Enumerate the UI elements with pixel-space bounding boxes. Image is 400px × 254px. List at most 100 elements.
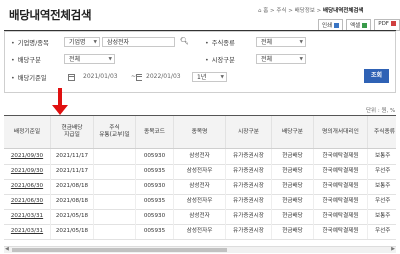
header-transfer-agent: 명의개서대리인 [314,116,368,148]
transfer-agent-cell: 한국예탁결제원 [314,179,368,194]
transfer-agent-cell: 한국예탁결제원 [314,224,368,239]
horizontal-scrollbar[interactable]: ◀ ▶ [4,246,396,253]
breadcrumb-item[interactable]: 주식 [276,8,286,14]
breadcrumb-item[interactable]: 배당정보 [295,8,315,14]
stock-type-cell: 우선주 [368,224,396,239]
market-type-cell: 유가증권시장 [226,209,272,224]
base-date-link[interactable]: 2021/09/30 [4,149,51,164]
table-row: 2021/06/30 2021/08/18 005935 삼성전자우 유가증권시… [4,194,396,210]
home-icon[interactable]: ⌂ [258,8,262,14]
excel-label: 엑셀 [350,23,361,29]
stock-code-cell: 005935 [136,224,174,239]
stock-name-cell: 삼성전자 [174,179,226,194]
payment-date-cell: 2021/11/17 [51,164,94,179]
payment-date-cell: 2021/08/18 [51,194,94,209]
distribution-date-cell [94,194,136,209]
stock-type-cell: 보통주 [368,179,396,194]
base-date-link[interactable]: 2021/03/31 [4,224,51,239]
market-type-cell: 유가증권시장 [226,179,272,194]
dividend-table: 배정기준일 현금배당 지급일 주식 유통(교부)일 종목코드 종목명 시장구분 … [4,115,396,248]
transfer-agent-cell: 한국예탁결제원 [314,164,368,179]
market-type-cell: 유가증권시장 [226,224,272,239]
dividend-type-cell: 현금배당 [272,194,314,209]
dividend-type-label: 배당구분 [11,55,41,64]
company-label: 기업명/종목 [11,38,49,47]
market-type-cell: 유가증권시장 [226,149,272,164]
stock-type-cell: 보통주 [368,149,396,164]
pdf-label: PDF [378,21,389,27]
search-button[interactable]: 조회 [364,69,389,83]
search-icon[interactable]: 🔍︎ [180,37,189,45]
distribution-date-cell [94,224,136,239]
stock-code-cell: 005935 [136,194,174,209]
distribution-date-cell [94,179,136,194]
stock-code-cell: 005930 [136,179,174,194]
payment-date-cell: 2021/05/18 [51,224,94,239]
stock-code-cell: 005930 [136,149,174,164]
base-date-link[interactable]: 2021/06/30 [4,194,51,209]
company-type-select[interactable]: 기업명 [64,37,100,48]
base-date-link[interactable]: 2021/03/31 [4,209,51,224]
dividend-type-cell: 현금배당 [272,179,314,194]
dividend-type-cell: 현금배당 [272,224,314,239]
header-stock-code: 종목코드 [136,116,174,148]
date-to-input[interactable]: 2022/01/03 [142,72,192,82]
header-dividend-type: 배당구분 [272,116,314,148]
scrollbar-thumb[interactable] [12,248,227,252]
unit-label: 단위 : 원, % [366,108,396,114]
print-label: 인쇄 [322,23,333,29]
pdf-icon [390,21,396,26]
header-stock-type: 주식종류 [368,116,396,148]
header-stock-name: 종목명 [174,116,226,148]
distribution-date-cell [94,209,136,224]
stock-name-cell: 삼성전자우 [174,194,226,209]
search-form: 기업명/종목 기업명 삼성전자 🔍︎ 주식종류 전체 배당구분 전체 시장구분 … [4,31,396,93]
stock-type-label: 주식종류 [205,38,235,47]
table-row: 2021/03/31 2021/05/18 005930 삼성전자 유가증권시장… [4,209,396,225]
period-select[interactable]: 1년 [192,72,227,83]
distribution-date-cell [94,149,136,164]
printer-icon [334,23,340,28]
stock-type-cell: 우선주 [368,164,396,179]
scroll-right-arrow-icon[interactable]: ▶ [391,246,395,252]
base-date-link[interactable]: 2021/06/30 [4,179,51,194]
stock-name-cell: 삼성전자우 [174,164,226,179]
transfer-agent-cell: 한국예탁결제원 [314,194,368,209]
dividend-type-cell: 현금배당 [272,164,314,179]
dividend-type-select[interactable]: 전체 [64,54,115,65]
page-title: 배당내역전체검색 [9,8,92,22]
dividend-type-cell: 현금배당 [272,209,314,224]
table-row: 2021/09/30 2021/11/17 005935 삼성전자우 유가증권시… [4,164,396,180]
stock-code-cell: 005930 [136,209,174,224]
base-date-link[interactable]: 2021/09/30 [4,164,51,179]
distribution-date-cell [94,164,136,179]
excel-icon [362,23,368,28]
market-type-label: 시장구분 [205,55,235,64]
stock-type-cell: 우선주 [368,194,396,209]
breadcrumb-item[interactable]: 홈 [263,8,268,14]
header-stock-distribution-date: 주식 유통(교부)일 [94,116,136,148]
table-row: 2021/06/30 2021/08/18 005930 삼성전자 유가증권시장… [4,179,396,195]
calendar-icon[interactable] [68,74,75,81]
header-cash-payment-date: 현금배당 지급일 [51,116,94,148]
header-base-date: 배정기준일 [4,116,51,148]
market-type-cell: 유가증권시장 [226,194,272,209]
stock-type-select[interactable]: 전체 [256,37,306,48]
table-header: 배정기준일 현금배당 지급일 주식 유통(교부)일 종목코드 종목명 시장구분 … [4,116,396,149]
market-type-select[interactable]: 전체 [256,54,306,65]
scroll-left-arrow-icon[interactable]: ◀ [5,246,9,252]
table-row: 2021/09/30 2021/11/17 005930 삼성전자 유가증권시장… [4,149,396,165]
date-from-input[interactable]: 2021/01/03 [79,72,129,82]
stock-name-cell: 삼성전자 [174,149,226,164]
payment-date-cell: 2021/11/17 [51,149,94,164]
stock-name-cell: 삼성전자 [174,209,226,224]
stock-type-cell: 보통주 [368,209,396,224]
transfer-agent-cell: 한국예탁결제원 [314,209,368,224]
company-input[interactable]: 삼성전자 [102,37,175,47]
stock-code-cell: 005935 [136,164,174,179]
annotation-arrow-icon [52,105,68,115]
payment-date-cell: 2021/05/18 [51,209,94,224]
base-date-label: 배당기준일 [11,73,47,82]
table-row: 2021/03/31 2021/05/18 005935 삼성전자우 유가증권시… [4,224,396,240]
header-market-type: 시장구분 [226,116,272,148]
